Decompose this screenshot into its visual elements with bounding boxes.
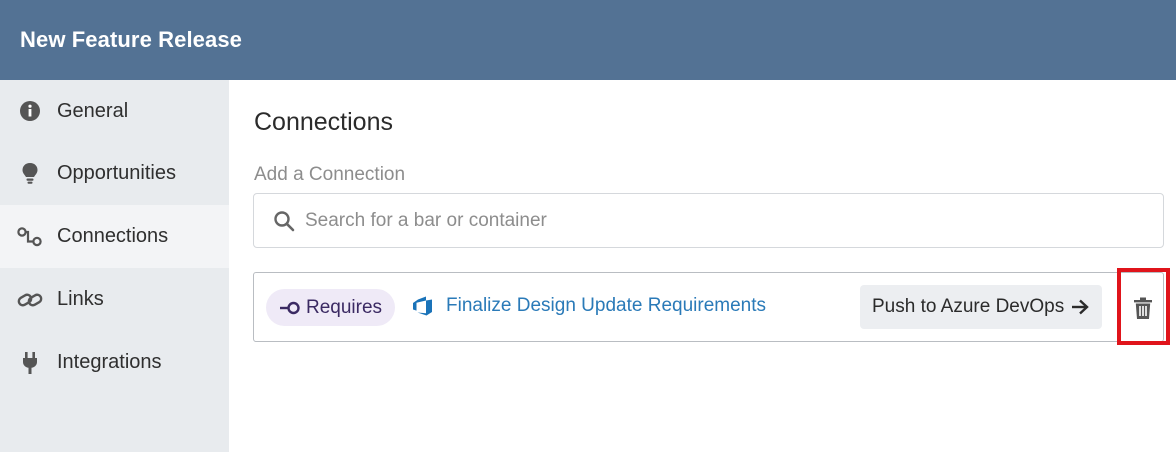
sidebar-item-integrations[interactable]: Integrations [0,331,229,394]
search-input[interactable] [305,209,1163,232]
relation-badge[interactable]: Requires [266,289,396,326]
highlight-annotation [1117,268,1170,345]
arrow-right-icon [1072,299,1089,315]
sidebar-item-label: Integrations [57,351,162,373]
sidebar-item-general[interactable]: General [0,80,229,142]
connections-icon [17,225,43,249]
push-to-azure-devops-button[interactable]: Push to Azure DevOps [860,285,1103,329]
sidebar-item-label: Connections [57,225,169,247]
plug-icon [17,351,43,375]
sidebar-item-label: Links [57,288,104,310]
sidebar-item-links[interactable]: Links [0,268,229,331]
search-icon [274,210,295,231]
page-title: Connections [254,108,393,136]
connected-record-link[interactable]: Finalize Design Update Requirements [412,295,766,317]
sidebar-item-connections[interactable]: Connections [0,205,229,268]
app-header: New Feature Release [0,0,1176,80]
relation-label: Requires [306,296,383,318]
add-connection-label: Add a Connection [254,164,406,185]
azure-devops-icon [413,296,432,316]
info-icon [17,99,43,123]
push-button-label: Push to Azure DevOps [872,296,1065,317]
sidebar-item-opportunities[interactable]: Opportunities [0,142,229,205]
lightbulb-icon [17,162,43,186]
page-header-title: New Feature Release [20,27,243,52]
requires-icon [280,301,300,314]
main-content: Connections Add a Connection Requires Fi… [229,80,1176,452]
connected-record-title: Finalize Design Update Requirements [446,295,766,316]
connection-row: Requires Finalize Design Update Requirem… [253,272,1164,342]
connection-search-box[interactable] [253,193,1164,248]
sidebar-item-label: General [57,99,129,122]
sidebar: General Opportunities Connections Links … [0,80,229,452]
link-icon [17,288,43,312]
sidebar-item-label: Opportunities [57,162,176,184]
